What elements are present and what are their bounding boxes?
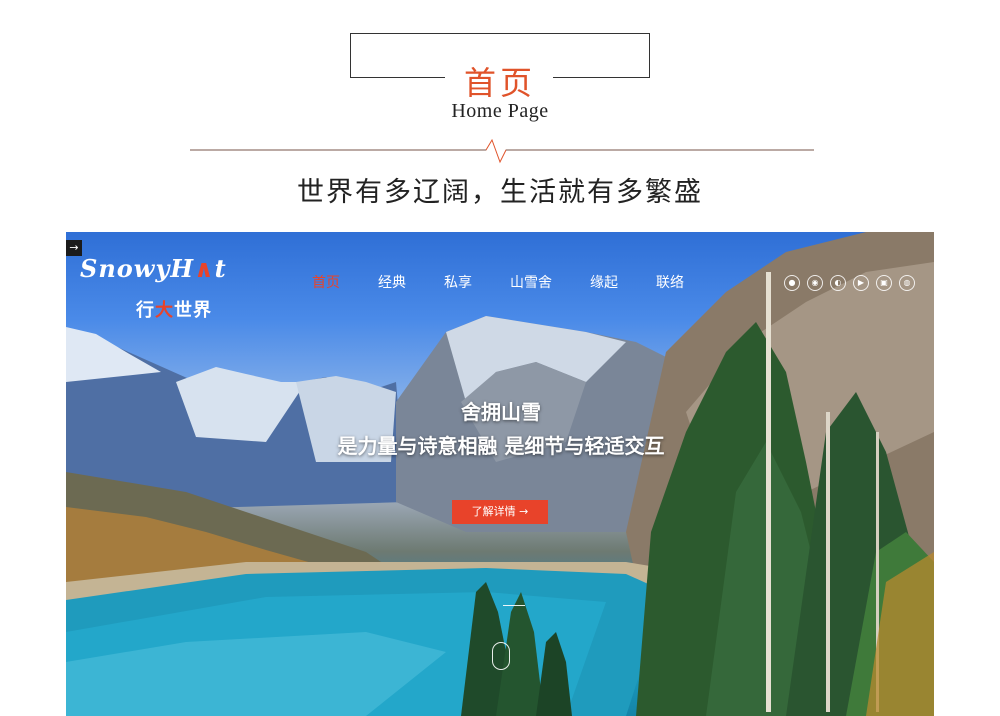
hero-subtitle: 是力量与诗意相融 是细节与轻适交互 [337, 434, 665, 458]
section-title-en: Home Page [451, 100, 549, 122]
nav-item-contact[interactable]: 联络 [656, 272, 684, 292]
section-title-cn: 首页 [463, 64, 536, 102]
weibo-icon[interactable]: ● [784, 275, 800, 291]
camera-icon[interactable]: ▣ [876, 275, 892, 291]
video-icon[interactable]: ▶ [853, 275, 869, 291]
wechat-icon[interactable]: ◉ [807, 275, 823, 291]
site-logo-en[interactable]: SnowyH∧t [80, 254, 227, 283]
scroll-divider [503, 605, 525, 606]
nav-item-home[interactable]: 首页 [312, 272, 340, 292]
social-links: ● ◉ ◐ ▶ ▣ ◍ [784, 275, 915, 291]
title-frame-line-right [553, 77, 650, 78]
hero-title: 舍拥山雪 [461, 400, 541, 424]
title-frame-line-left [350, 77, 445, 78]
nav-item-private[interactable]: 私享 [444, 272, 472, 292]
qq-icon[interactable]: ◐ [830, 275, 846, 291]
slogan: 世界有多辽阔，生活就有多繁盛 [297, 177, 703, 208]
site-logo-cn[interactable]: 行大世界 [136, 296, 212, 322]
main-nav: 首页 经典 私享 山雪舍 缘起 联络 [312, 272, 722, 292]
scroll-down-icon[interactable] [492, 642, 510, 670]
heartbeat-divider [190, 138, 814, 164]
nav-item-origin[interactable]: 缘起 [590, 272, 618, 292]
website-preview: → SnowyH∧t 行大世界 首页 经典 私享 山雪舍 缘起 联络 ● ◉ ◐… [66, 232, 934, 716]
nav-item-classic[interactable]: 经典 [378, 272, 406, 292]
chat-icon[interactable]: ◍ [899, 275, 915, 291]
nav-item-snow-house[interactable]: 山雪舍 [510, 272, 552, 292]
learn-more-button[interactable]: 了解详情 → [452, 500, 548, 524]
